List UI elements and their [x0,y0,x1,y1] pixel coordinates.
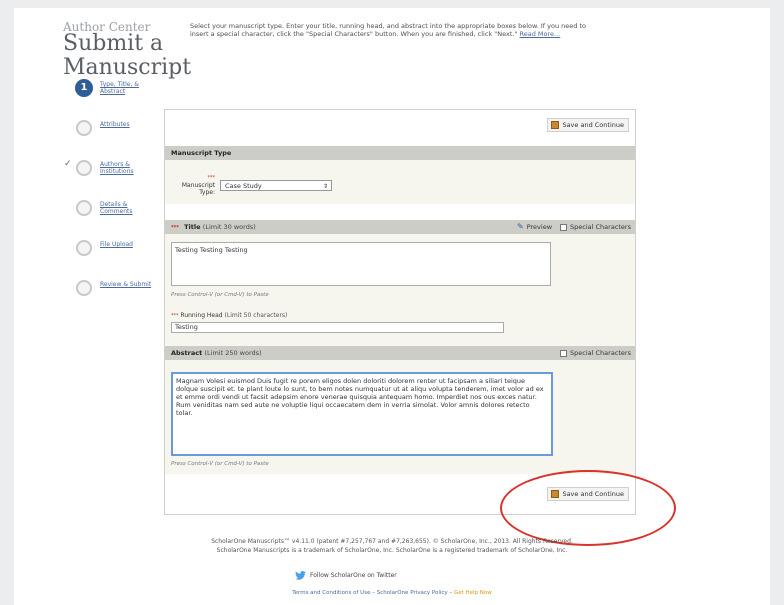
footer-links: Terms and Conditions of Use – ScholarOne… [292,590,492,596]
save-icon [551,121,560,129]
preview-button[interactable]: ✎ Preview [517,220,552,234]
running-head-input[interactable]: Testing [171,322,504,333]
required-mark: *** [171,313,179,319]
get-help-link[interactable]: Get Help Now [454,590,492,596]
special-characters-label: Special Characters [570,223,631,231]
twitter-label: Follow ScholarOne on Twitter [310,572,397,579]
step-label: File Upload [100,241,133,248]
step-attributes[interactable]: Attributes [62,120,158,148]
manuscript-type-value: Case Study [225,182,262,190]
special-characters-label: Special Characters [570,349,631,357]
footer-trademark: ScholarOne Manuscripts is a trademark of… [216,547,568,554]
step-file-upload[interactable]: File Upload [62,240,158,268]
step-type-title-abstract[interactable]: 1 Type, Title, & Abstract [62,79,158,108]
title-heading: *** Title (Limit 30 words) [171,220,256,235]
abstract-body: Magnam Volesi euismod Duis fugit re pore… [165,360,635,474]
manuscript-type-label: *** Manuscript Type: [175,174,215,196]
title-tools: ✎ Preview Special Characters [517,220,631,234]
step-label: Attributes [100,121,130,128]
twitter-bird-icon [295,571,306,580]
step-authors-institutions[interactable]: ✓ Authors & Institutions [62,159,158,188]
abstract-heading-text: Abstract [171,349,203,357]
special-characters-icon [560,349,568,357]
manuscript-type-label-text: Manuscript Type: [181,182,215,196]
special-characters-icon [560,223,568,231]
save-continue-label: Save and Continue [562,121,624,129]
abstract-heading: Abstract (Limit 250 words) [171,346,262,360]
title-header: *** Title (Limit 30 words) ✎ Preview Spe… [165,220,635,234]
twitter-follow[interactable]: Follow ScholarOne on Twitter [295,571,397,580]
step-icon [76,120,92,136]
step-navigation: 1 Type, Title, & Abstract Attributes ✓ A… [62,79,158,320]
privacy-link[interactable]: ScholarOne Privacy Policy [377,590,448,596]
step-icon [76,160,92,176]
abstract-textarea[interactable]: Magnam Volesi euismod Duis fugit re pore… [171,372,553,456]
preview-icon: ✎ [517,222,524,231]
header-instructions: Select your manuscript type. Enter your … [190,22,590,38]
abstract-tools: Special Characters [560,346,631,360]
title-limit: (Limit 30 words) [202,223,256,231]
footer-copyright: ScholarOne Manuscripts™ v4.11.0 (patent … [211,538,573,545]
step-label: Review & Submit [100,281,152,288]
special-characters-button-title[interactable]: Special Characters [560,220,631,234]
browser-frame: Author Center Submit a Manuscript Select… [0,0,784,605]
page-title: Submit a Manuscript [63,31,192,80]
read-more-link[interactable]: Read More... [520,30,561,38]
abstract-limit: (Limit 250 words) [204,349,262,357]
select-arrow-icon: ⇕ [322,183,328,190]
title-paste-hint: Press Control-V (or Cmd-V) to Paste [171,292,269,298]
required-mark: *** [207,175,216,181]
step-review-submit[interactable]: Review & Submit [62,280,158,308]
running-head-label: *** Running Head (Limit 50 characters) [171,312,287,319]
running-head-label-text: Running Head [180,312,223,319]
step-label: Type, Title, & Abstract [100,81,139,95]
step-label: Authors & Institutions [100,161,134,175]
save-continue-button-top[interactable]: Save and Continue [547,118,629,132]
step-details-comments[interactable]: Details & Comments [62,200,158,228]
preview-label: Preview [526,223,553,231]
manuscript-type-heading: Manuscript Type [171,149,232,157]
annotation-ellipse [500,470,676,546]
title-textarea[interactable]: Testing Testing Testing [171,242,551,286]
step-icon [76,200,92,216]
title-body: Testing Testing Testing Press Control-V … [165,234,635,346]
running-head-limit: (Limit 50 characters) [224,312,288,319]
check-icon: ✓ [64,159,72,169]
step-icon [76,240,92,256]
manuscript-type-header: Manuscript Type [165,146,635,160]
abstract-paste-hint: Press Control-V (or Cmd-V) to Paste [171,461,269,467]
abstract-header: Abstract (Limit 250 words) Special Chara… [165,346,635,360]
manuscript-type-select[interactable]: Case Study ⇕ [220,180,332,191]
required-mark: *** [171,225,179,231]
submission-form-panel: Save and Continue Manuscript Type *** Ma… [164,109,636,515]
special-characters-button-abstract[interactable]: Special Characters [560,346,631,360]
title-heading-text: Title [184,223,201,231]
step-label: Details & Comments [100,201,133,215]
step-icon [76,280,92,296]
step-number: 1 [80,82,88,93]
manuscript-type-body: *** Manuscript Type: Case Study ⇕ [165,160,635,204]
terms-link[interactable]: Terms and Conditions of Use [292,590,370,596]
